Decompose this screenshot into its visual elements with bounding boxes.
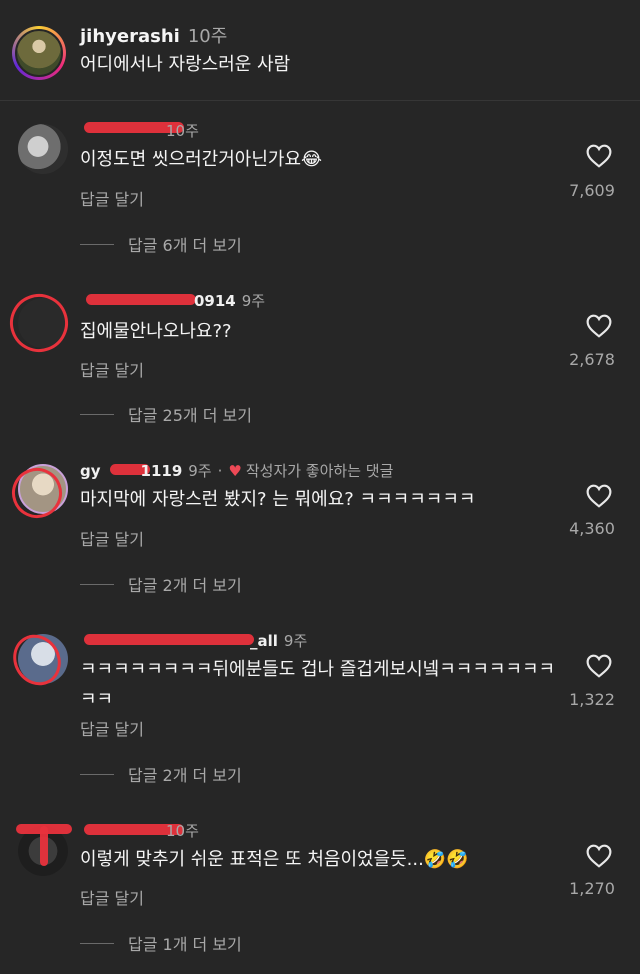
heart-outline-icon[interactable] [586, 314, 612, 338]
redaction-mark [1, 285, 77, 361]
comment-header: 10주 [160, 820, 199, 841]
comment-time: 9주 [241, 292, 266, 310]
replies-line [80, 942, 114, 944]
comment-text: 이정도면 씻으러간거아닌가요😂 [80, 149, 323, 170]
comment-header: gy 1119 9주 · ♥ 작성자가 좋아하는 댓글 [80, 460, 393, 481]
comment-text: 이렇게 맞추기 쉬운 표적은 또 처음이었을듯...🤣🤣 [80, 849, 469, 870]
like-count: 2,678 [569, 350, 615, 369]
redaction-mark [3, 459, 71, 527]
heart-outline-icon[interactable] [586, 844, 612, 868]
view-more-replies[interactable]: 답글 6개 더 보기 [80, 232, 242, 256]
comments-screen: jihyerashi 10주 어디에서나 자랑스러운 사람 10주 이정도면 씻으… [0, 0, 640, 974]
replies-line [80, 243, 114, 245]
comment-time: 10주 [166, 822, 199, 840]
redaction-mark [86, 294, 196, 305]
comment-header: _all 9주 [250, 630, 307, 651]
view-more-replies-label: 답글 1개 더 보기 [128, 935, 242, 954]
separator-dot: · [217, 462, 223, 480]
reply-button[interactable]: 답글 달기 [80, 186, 144, 210]
post-caption: jihyerashi 10주 어디에서나 자랑스러운 사람 [0, 0, 640, 100]
caption-time: 10주 [187, 26, 228, 47]
comment-time: 9주 [283, 632, 308, 650]
view-more-replies-label: 답글 6개 더 보기 [128, 236, 242, 255]
like-count: 4,360 [569, 519, 615, 538]
comment-text: ㅋㅋㅋㅋㅋㅋㅋㅋ뒤에분들도 겁나 즐겁게보시넼ㅋㅋㅋㅋㅋㅋㅋㅋㅋ [80, 659, 556, 710]
heart-filled-icon: ♥ [228, 462, 242, 480]
reply-button[interactable]: 답글 달기 [80, 885, 144, 909]
view-more-replies[interactable]: 답글 2개 더 보기 [80, 572, 242, 596]
comment-header: 0914 9주 [194, 290, 265, 311]
caption-header: jihyerashi 10주 [80, 22, 227, 48]
like-count: 1,270 [569, 879, 615, 898]
replies-line [80, 413, 114, 415]
comment-header: 10주 [160, 120, 199, 141]
view-more-replies-label: 답글 2개 더 보기 [128, 576, 242, 595]
view-more-replies-label: 답글 2개 더 보기 [128, 766, 242, 785]
reply-button[interactable]: 답글 달기 [80, 357, 144, 381]
comment-time: 9주 [188, 462, 212, 480]
comment-text: 집에물안나오나요?? [80, 321, 232, 342]
view-more-replies-label: 답글 25개 더 보기 [128, 406, 252, 425]
comment-time: 10주 [166, 122, 199, 140]
heart-outline-icon[interactable] [586, 484, 612, 508]
comment-handle[interactable]: _all [250, 632, 278, 650]
heart-outline-icon[interactable] [586, 654, 612, 678]
reply-button[interactable]: 답글 달기 [80, 716, 144, 740]
replies-line [80, 583, 114, 585]
view-more-replies[interactable]: 답글 1개 더 보기 [80, 931, 242, 955]
comment-handle-end[interactable]: 1119 [141, 462, 183, 480]
comment-text: 마지막에 자랑스런 봤지? 는 뭐에요? ㅋㅋㅋㅋㅋㅋㅋ [80, 489, 476, 510]
like-count: 1,322 [569, 690, 615, 709]
like-count: 7,609 [569, 181, 615, 200]
comment-handle[interactable]: 0914 [194, 292, 236, 310]
view-more-replies[interactable]: 답글 25개 더 보기 [80, 402, 252, 426]
view-more-replies[interactable]: 답글 2개 더 보기 [80, 762, 242, 786]
redaction-mark [40, 826, 48, 866]
caption-username[interactable]: jihyerashi [80, 26, 180, 47]
comment-handle[interactable]: gy [80, 462, 101, 480]
reply-button[interactable]: 답글 달기 [80, 526, 144, 550]
caption-divider [0, 100, 640, 101]
author-liked-label: 작성자가 좋아하는 댓글 [245, 462, 394, 480]
redaction-mark [4, 625, 70, 695]
redaction-mark [84, 634, 254, 645]
commenter-avatar[interactable] [18, 124, 68, 174]
caption-text: 어디에서나 자랑스러운 사람 [80, 54, 291, 75]
caption-avatar[interactable] [12, 26, 66, 80]
heart-outline-icon[interactable] [586, 144, 612, 168]
replies-line [80, 773, 114, 775]
